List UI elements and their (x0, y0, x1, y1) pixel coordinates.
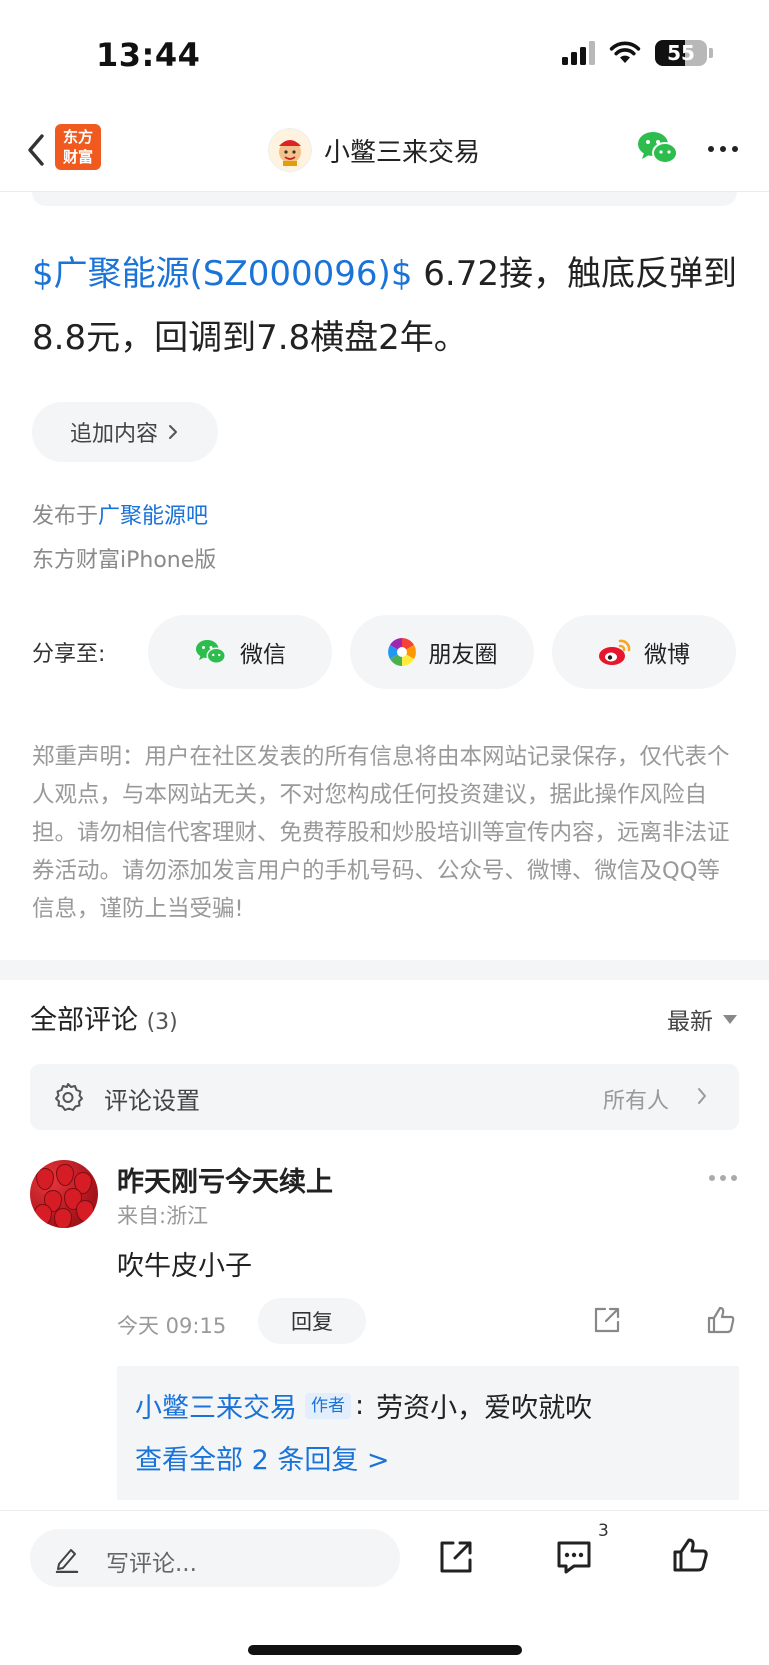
share-wechat-label: 微信 (240, 642, 286, 668)
home-indicator (248, 1645, 522, 1655)
eastmoney-logo[interactable]: 东方 财富 (55, 124, 101, 170)
posted-in: 发布于广聚能源吧 (32, 498, 208, 530)
more-options-icon[interactable] (708, 146, 738, 152)
view-all-replies-link[interactable]: 查看全部 2 条回复 > (135, 1438, 390, 1477)
commenter-name[interactable]: 昨天刚亏今天续上 (117, 1160, 333, 1199)
append-content-button[interactable]: 追加内容 (32, 402, 218, 462)
comments-heading: 全部评论 (3) (30, 998, 178, 1037)
moments-icon (387, 638, 416, 666)
commenter-avatar[interactable] (30, 1160, 98, 1228)
comment-time: 今天 09:15 (117, 1314, 227, 1338)
card-edge (32, 192, 737, 206)
forum-link[interactable]: 广聚能源吧 (98, 504, 208, 529)
post-content: $广聚能源(SZ000096)$ 6.72接，触底反弹到8.8元，回调到7.8横… (32, 242, 737, 370)
chevron-right-icon (698, 1088, 706, 1104)
share-wechat-button[interactable]: 微信 (148, 615, 332, 689)
comment-settings-value: 所有人 (602, 1089, 669, 1114)
battery-level: 55 (667, 41, 695, 65)
share-moments-label: 朋友圈 (428, 642, 498, 668)
comment-more-icon[interactable] (709, 1175, 737, 1181)
brand-logo-line1: 东方 (62, 128, 93, 146)
status-time: 13:44 (96, 36, 201, 74)
share-label: 分享至: (32, 642, 106, 667)
sort-dropdown[interactable]: 最新 (667, 1002, 737, 1036)
cellular-signal-icon (562, 41, 595, 65)
chevron-right-icon (169, 425, 177, 439)
comment-settings-row[interactable]: 评论设置 所有人 (30, 1064, 739, 1130)
caret-down-icon (723, 1014, 737, 1024)
share-weibo-label: 微博 (644, 642, 690, 668)
share-moments-button[interactable]: 朋友圈 (350, 615, 534, 689)
reply-preview: 小鳖三来交易 作者 : 劳资小，爱吹就吹 (135, 1386, 592, 1425)
disclaimer-text: 郑重声明：用户在社区发表的所有信息将由本网站记录保存，仅代表个人观点，与本网站无… (32, 744, 730, 922)
commenter-location: 来自:浙江 (117, 1204, 209, 1228)
reply-button[interactable]: 回复 (258, 1298, 366, 1344)
comment-text: 吹牛皮小子 (117, 1251, 252, 1282)
comments-title: 全部评论 (30, 1005, 138, 1036)
share-weibo-button[interactable]: 微博 (552, 615, 736, 689)
share-icon[interactable] (436, 1537, 476, 1577)
reply-author[interactable]: 小鳖三来交易 (135, 1386, 297, 1425)
comment-input[interactable]: 写评论... (30, 1529, 400, 1587)
wifi-icon (609, 41, 641, 63)
nav-bar: 东方 财富 小鳖三来交易 (0, 110, 769, 192)
wechat-share-icon[interactable] (636, 128, 680, 168)
comment-count-badge: 3 (598, 1521, 609, 1541)
comment-input-placeholder: 写评论... (106, 1551, 197, 1577)
section-divider (0, 960, 769, 980)
client-source: 东方财富iPhone版 (32, 548, 217, 573)
author-avatar[interactable] (268, 128, 312, 172)
wechat-icon (196, 640, 226, 664)
status-indicators: 55 (562, 40, 713, 66)
status-bar: 13:44 55 (0, 0, 769, 110)
brand-logo-line2: 财富 (62, 148, 93, 166)
pen-icon (55, 1549, 79, 1573)
gear-icon (55, 1083, 83, 1111)
stock-link[interactable]: $广聚能源(SZ000096)$ (32, 254, 412, 294)
nav-author[interactable]: 小鳖三来交易 (268, 128, 480, 172)
comment-icon[interactable] (554, 1537, 594, 1577)
posted-in-prefix: 发布于 (32, 504, 99, 529)
reply-preview-box[interactable]: 小鳖三来交易 作者 : 劳资小，爱吹就吹 查看全部 2 条回复 > (117, 1366, 739, 1500)
author-badge: 作者 (305, 1392, 351, 1419)
sort-label: 最新 (667, 1009, 713, 1035)
share-icon[interactable] (591, 1304, 623, 1336)
comment-settings-label: 评论设置 (104, 1087, 200, 1115)
back-chevron-icon[interactable] (18, 126, 58, 174)
comments-count: (3) (146, 1010, 178, 1035)
nav-title: 小鳖三来交易 (324, 137, 481, 168)
battery-icon: 55 (655, 40, 713, 66)
bottom-action-bar: 写评论... 3 (0, 1510, 769, 1665)
reply-text: 劳资小，爱吹就吹 (376, 1393, 593, 1424)
append-content-label: 追加内容 (69, 422, 158, 447)
thumbs-up-icon[interactable] (670, 1535, 710, 1575)
cartoon-avatar-icon (279, 140, 301, 166)
thumbs-up-icon[interactable] (705, 1304, 737, 1336)
reply-separator: : (355, 1390, 365, 1421)
weibo-icon (599, 639, 631, 665)
